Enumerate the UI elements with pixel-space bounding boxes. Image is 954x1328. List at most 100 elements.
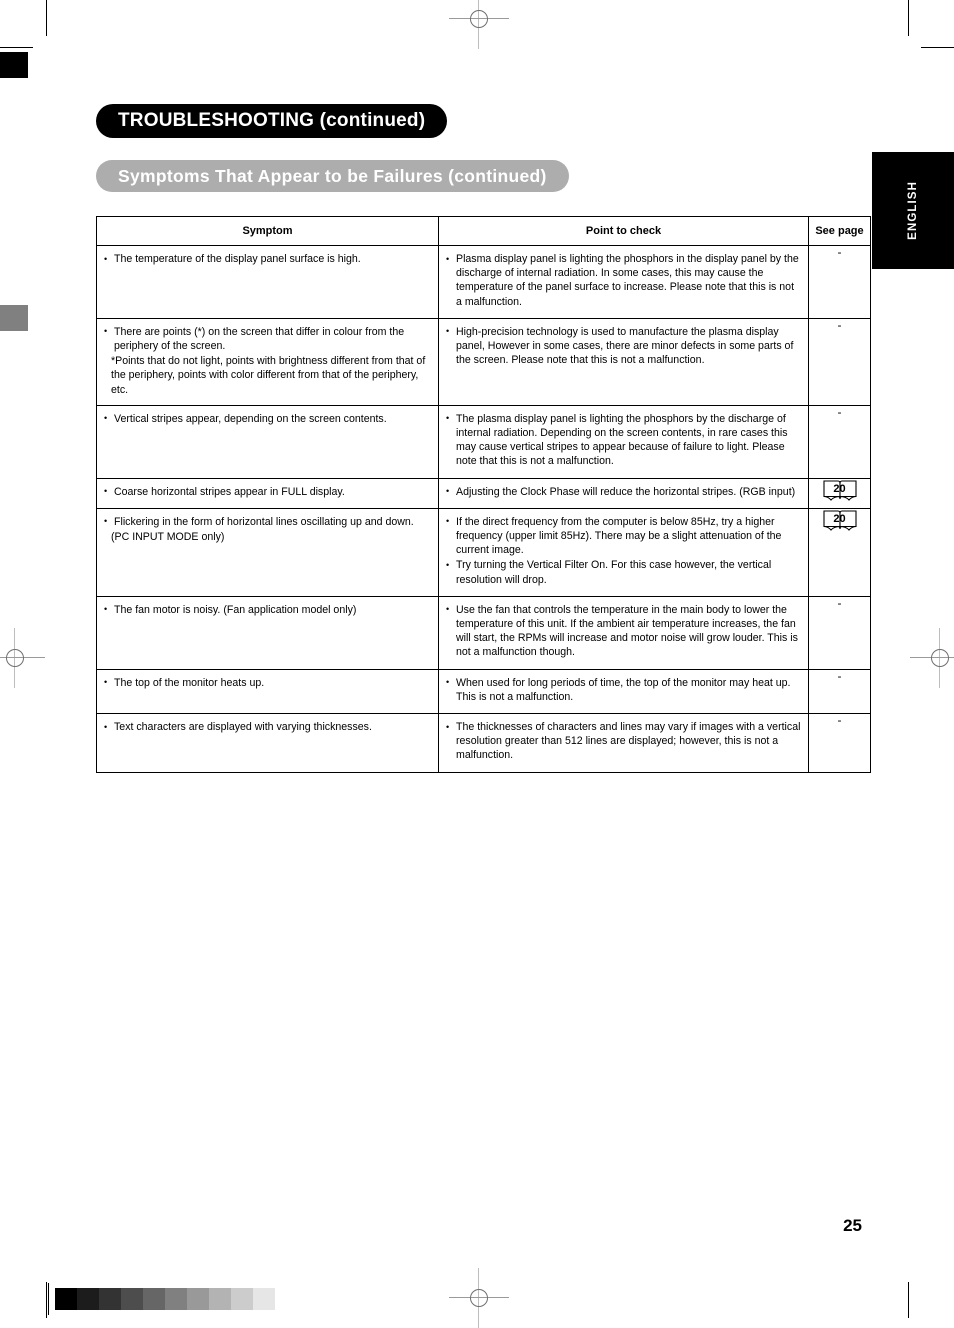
cell-see-page: 20 [808,507,871,597]
point-content: If the direct frequency from the compute… [439,509,808,596]
trim-mark-bottom-right-vertical [908,1282,909,1318]
point-bullet-item: High-precision technology is used to man… [446,324,802,368]
symptom-content: Vertical stripes appear, depending on th… [97,406,438,435]
cell-see-page: - [808,595,871,670]
section-title: Symptoms That Appear to be Failures (con… [96,160,569,192]
point-content: Use the fan that controls the temperatur… [439,597,808,669]
grayscale-patch [143,1288,165,1310]
grayscale-patch [77,1288,99,1310]
cell-point-to-check: If the direct frequency from the compute… [438,507,809,597]
table-row: The fan motor is noisy. (Fan application… [96,595,871,670]
grayscale-patch [187,1288,209,1310]
point-bullet-list: The plasma display panel is lighting the… [446,411,802,469]
symptom-note: (PC INPUT MODE only) [111,531,225,544]
table-header: Symptom Point to check See page [96,216,871,246]
see-page-dash: - [837,713,842,728]
cell-symptom: Text characters are displayed with varyi… [96,713,439,773]
registration-mark-circle [470,1289,488,1307]
registration-mark-left [0,628,45,688]
point-bullet-list: If the direct frequency from the compute… [446,514,802,587]
symptom-bullet-item: The top of the monitor heats up. [104,675,432,690]
symptom-bullet-item: The temperature of the display panel sur… [104,251,432,266]
grayscale-patch [165,1288,187,1310]
see-page-dash: - [837,404,842,419]
symptom-bullet-list: Text characters are displayed with varyi… [104,720,432,734]
symptom-content: The top of the monitor heats up. [97,670,438,699]
troubleshooting-table: Symptom Point to check See page The temp… [96,216,871,773]
registration-mark-circle [470,10,488,28]
grayscale-patch [231,1288,253,1310]
point-content: Plasma display panel is lighting the pho… [439,246,808,318]
cell-point-to-check: Adjusting the Clock Phase will reduce th… [438,477,809,509]
symptom-content: Coarse horizontal stripes appear in FULL… [97,479,438,508]
symptom-content: Flickering in the form of horizontal lin… [97,509,438,552]
cell-see-page: 20 [808,477,871,509]
symptom-bullet-item: The fan motor is noisy. (Fan application… [104,602,432,617]
symptom-bullet-item: Flickering in the form of horizontal lin… [104,514,432,529]
cell-symptom: The top of the monitor heats up. [96,668,439,715]
see-page-number: 20 [833,482,846,495]
symptom-bullet-item: Text characters are displayed with varyi… [104,720,432,734]
symptom-bullet-list: There are points (*) on the screen that … [104,324,432,353]
cell-symptom: Vertical stripes appear, depending on th… [96,404,439,479]
cell-symptom: Coarse horizontal stripes appear in FULL… [96,477,439,509]
cell-symptom: Flickering in the form of horizontal lin… [96,507,439,597]
registration-mark-top-center [449,0,509,49]
symptom-bullet-list: The fan motor is noisy. (Fan application… [104,602,432,617]
registration-mark-circle [931,649,949,667]
symptom-bullet-list: Coarse horizontal stripes appear in FULL… [104,484,432,499]
point-bullet-list: When used for long periods of time, the … [446,675,802,704]
table-row: Flickering in the form of horizontal lin… [96,507,871,597]
registration-mark-bottom-center [449,1268,509,1328]
see-page-dash: - [837,595,842,610]
cell-point-to-check: The thicknesses of characters and lines … [438,713,809,773]
table-row: The top of the monitor heats up. When use… [96,668,871,715]
symptom-bullet-list: Flickering in the form of horizontal lin… [104,514,432,529]
cell-see-page: - [808,317,871,406]
trim-mark-top-right-horizontal [921,47,954,48]
cell-symptom: The temperature of the display panel sur… [96,245,439,319]
cell-see-page: - [808,668,871,715]
language-tab-label: ENGLISH [907,181,919,240]
table-row: The temperature of the display panel sur… [96,245,871,319]
point-bullet-item: Use the fan that controls the temperatur… [446,602,802,660]
cell-symptom: There are points (*) on the screen that … [96,317,439,406]
point-bullet-item: Try turning the Vertical Filter On. For … [446,558,802,586]
point-content: When used for long periods of time, the … [439,670,808,713]
point-content: High-precision technology is used to man… [439,319,808,377]
point-bullet-list: Adjusting the Clock Phase will reduce th… [446,484,802,499]
column-header-symptom: Symptom [96,216,439,246]
folio-page-number: 25 [843,1216,862,1235]
table-header-row: Symptom Point to check See page [96,216,871,246]
trim-mark-top-left-horizontal [0,47,33,48]
open-book-icon: 20 [822,479,858,504]
page-title-label: TROUBLESHOOTING (continued) [118,110,426,131]
cell-see-page: - [808,245,871,319]
see-page-dash: - [837,317,842,332]
trim-mark-top-left-vertical [46,0,47,36]
open-book-icon: 20 [822,509,858,534]
point-bullet-list: High-precision technology is used to man… [446,324,802,368]
point-content: The plasma display panel is lighting the… [439,406,808,478]
symptom-content: The fan motor is noisy. (Fan application… [97,597,438,626]
print-control-patch-black [0,52,28,78]
table-row: Vertical stripes appear, depending on th… [96,404,871,479]
cell-point-to-check: The plasma display panel is lighting the… [438,404,809,479]
grayscale-patch [55,1288,77,1310]
symptom-content: There are points (*) on the screen that … [97,319,438,405]
cell-see-page: - [808,713,871,773]
cell-point-to-check: Plasma display panel is lighting the pho… [438,245,809,319]
point-content: The thicknesses of characters and lines … [439,714,808,772]
symptom-bullet-list: Vertical stripes appear, depending on th… [104,411,432,426]
registration-mark-circle [6,649,24,667]
symptom-note: *Points that do not light, points with b… [111,355,426,396]
symptom-bullet-item: Coarse horizontal stripes appear in FULL… [104,484,432,499]
cell-point-to-check: When used for long periods of time, the … [438,668,809,715]
point-bullet-list: Use the fan that controls the temperatur… [446,602,802,660]
point-bullet-item: Plasma display panel is lighting the pho… [446,252,802,309]
point-bullet-item: If the direct frequency from the compute… [446,514,802,558]
point-bullet-item: When used for long periods of time, the … [446,675,802,704]
registration-mark-right [910,628,954,688]
cell-symptom: The fan motor is noisy. (Fan application… [96,595,439,670]
symptom-bullet-item: Vertical stripes appear, depending on th… [104,411,432,426]
